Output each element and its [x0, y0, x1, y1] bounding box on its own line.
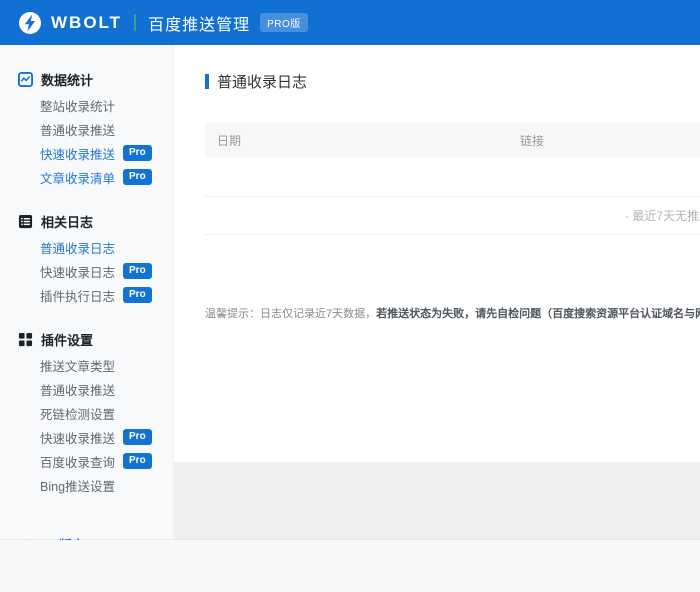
sidebar: 数据统计 整站收录统计 普通收录推送 快速收录推送 Pro 文章收录清单 Pro [0, 45, 174, 553]
pro-badge: Pro [123, 263, 152, 279]
sidebar-item-normal-inclusion-push[interactable]: 普通收录推送 [0, 117, 173, 141]
pro-badge: Pro [123, 429, 152, 445]
app-window: WBOLT 百度推送管理 PRO版 数据统计 整站收录统计 普通收录推送 快速收… [0, 0, 700, 592]
page-background [0, 540, 700, 592]
column-header-link: 链接 [520, 133, 545, 148]
header-divider [134, 14, 137, 31]
main-content: 普通收录日志 日期 链接 - 最近7天无推送记录 - [174, 45, 700, 540]
page-title: 普通收录日志 [205, 71, 700, 91]
section-header-logs: 相关日志 [0, 213, 173, 230]
section-title: 插件设置 [41, 332, 94, 348]
sidebar-item-push-post-types[interactable]: 推送文章类型 [0, 353, 173, 377]
sidebar-item-fast-inclusion-log[interactable]: 快速收录日志 Pro [0, 259, 173, 283]
tip-text: 温馨提示：日志仅记录近7天数据，若推送状态为失败，请先自检问题（百度搜索资源平台… [205, 305, 700, 321]
title-accent-bar [205, 73, 209, 89]
app-title: 百度推送管理 [148, 16, 251, 34]
section-header-plugin-settings: 插件设置 [0, 331, 173, 348]
pro-badge: Pro [123, 145, 152, 161]
pro-version-badge: PRO版 [260, 13, 308, 32]
pro-badge: Pro [123, 287, 152, 303]
table-row-empty [205, 157, 700, 197]
log-table: 日期 链接 - 最近7天无推送记录 - [205, 123, 700, 235]
pro-badge: Pro [123, 169, 152, 185]
grid-icon [18, 332, 33, 346]
content-panel: 普通收录日志 日期 链接 - 最近7天无推送记录 - [174, 45, 700, 462]
page-title-text: 普通收录日志 [217, 73, 308, 91]
sidebar-item-fast-inclusion-push[interactable]: 快速收录推送 Pro [0, 141, 173, 165]
wbolt-logo-icon [18, 11, 42, 35]
section-title: 数据统计 [41, 72, 94, 88]
sidebar-section-plugin-settings: 插件设置 推送文章类型 普通收录推送 死链检测设置 快速收录推送 Pro 百度收… [0, 331, 173, 497]
app-header: WBOLT 百度推送管理 PRO版 [0, 0, 700, 45]
sidebar-item-baidu-inclusion-query[interactable]: 百度收录查询 Pro [0, 449, 173, 473]
chart-icon [18, 71, 33, 87]
tip-normal-text: 温馨提示：日志仅记录近7天数据， [205, 308, 377, 320]
sidebar-item-dead-link-detection[interactable]: 死链检测设置 [0, 401, 173, 425]
sidebar-item-article-inclusion-list[interactable]: 文章收录清单 Pro [0, 165, 173, 189]
sidebar-section-data-stats: 数据统计 整站收录统计 普通收录推送 快速收录推送 Pro 文章收录清单 Pro [0, 71, 173, 189]
sidebar-item-normal-inclusion-push-settings[interactable]: 普通收录推送 [0, 377, 173, 401]
table-row-message: - 最近7天无推送记录 - [205, 197, 700, 235]
log-icon [18, 214, 33, 228]
sidebar-item-plugin-execution-log[interactable]: 插件执行日志 Pro [0, 283, 173, 307]
sidebar-item-fast-inclusion-push-settings[interactable]: 快速收录推送 Pro [0, 425, 173, 449]
section-title: 相关日志 [41, 214, 94, 230]
content-footer-area [174, 462, 700, 540]
sidebar-item-bing-push-settings[interactable]: Bing推送设置 [0, 473, 173, 497]
table-header-row: 日期 链接 [205, 123, 700, 157]
sidebar-item-site-inclusion-stats[interactable]: 整站收录统计 [0, 93, 173, 117]
sidebar-section-logs: 相关日志 普通收录日志 快速收录日志 Pro 插件执行日志 Pro [0, 213, 173, 307]
section-header-data-stats: 数据统计 [0, 71, 173, 88]
sidebar-item-normal-inclusion-log[interactable]: 普通收录日志 [0, 235, 173, 259]
empty-message: - 最近7天无推送记录 - [625, 209, 700, 223]
brand-name: WBOLT [51, 12, 123, 32]
column-header-date: 日期 [217, 133, 242, 148]
pro-badge: Pro [123, 453, 152, 469]
tip-bold-text: 若推送状态为失败，请先自检问题（百度搜索资源平台认证域名与网站实际域名不一致等） [376, 308, 700, 320]
